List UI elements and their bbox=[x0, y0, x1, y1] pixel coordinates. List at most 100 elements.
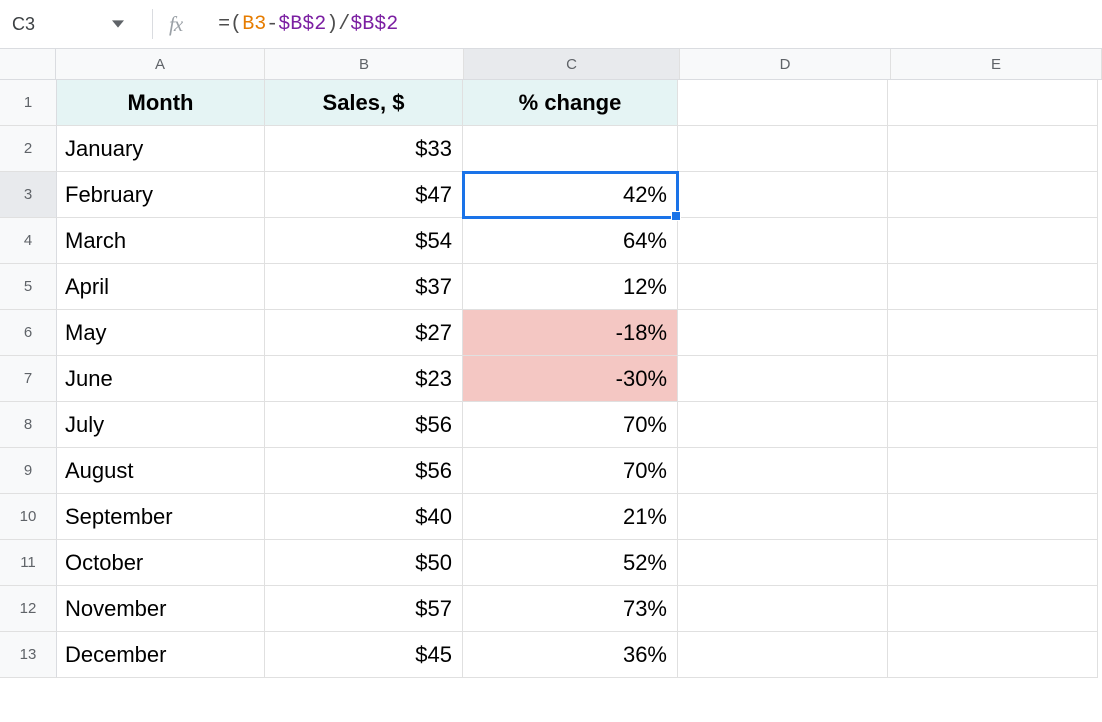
cell-sales[interactable]: $47 bbox=[265, 172, 463, 218]
cell-empty[interactable] bbox=[678, 218, 888, 264]
select-all-corner[interactable] bbox=[0, 49, 56, 79]
header-cell-C[interactable]: % change bbox=[463, 80, 678, 126]
cell-empty[interactable] bbox=[888, 218, 1098, 264]
cell-empty[interactable] bbox=[678, 494, 888, 540]
cell-change[interactable]: 42% bbox=[463, 172, 678, 218]
row-header[interactable]: 12 bbox=[0, 586, 57, 632]
cell-change[interactable]: -30% bbox=[463, 356, 678, 402]
cell-change[interactable]: -18% bbox=[463, 310, 678, 356]
row-header[interactable]: 6 bbox=[0, 310, 57, 356]
cell-month[interactable]: May bbox=[57, 310, 265, 356]
fill-handle[interactable] bbox=[671, 211, 681, 221]
cell-sales[interactable]: $23 bbox=[265, 356, 463, 402]
cell-month[interactable]: June bbox=[57, 356, 265, 402]
cell-empty[interactable] bbox=[678, 448, 888, 494]
cell-change[interactable]: 21% bbox=[463, 494, 678, 540]
cell-change[interactable]: 36% bbox=[463, 632, 678, 678]
name-box-dropdown[interactable] bbox=[106, 18, 130, 30]
cell-change[interactable] bbox=[463, 126, 678, 172]
spreadsheet-app: C3 fx =(B3-$B$2)/$B$2 ABCDE 1MonthSales,… bbox=[0, 0, 1102, 722]
cell-change[interactable]: 70% bbox=[463, 448, 678, 494]
table-row: 4March$5464% bbox=[0, 218, 1102, 264]
cell-month[interactable]: November bbox=[57, 586, 265, 632]
formula-token: - bbox=[266, 13, 278, 36]
cell-month[interactable]: October bbox=[57, 540, 265, 586]
row-header[interactable]: 4 bbox=[0, 218, 57, 264]
row-header[interactable]: 3 bbox=[0, 172, 57, 218]
formula-token: ) bbox=[326, 13, 338, 36]
table-row: 7June$23-30% bbox=[0, 356, 1102, 402]
cell-sales[interactable]: $50 bbox=[265, 540, 463, 586]
cell-sales[interactable]: $54 bbox=[265, 218, 463, 264]
cell-change[interactable]: 64% bbox=[463, 218, 678, 264]
cell-empty[interactable] bbox=[888, 494, 1098, 540]
cell-empty[interactable] bbox=[888, 632, 1098, 678]
cell-empty[interactable] bbox=[888, 310, 1098, 356]
table-row: 1MonthSales, $% change bbox=[0, 80, 1102, 126]
row-header[interactable]: 2 bbox=[0, 126, 57, 172]
cell-empty[interactable] bbox=[678, 264, 888, 310]
cell-month[interactable]: February bbox=[57, 172, 265, 218]
row-header[interactable]: 13 bbox=[0, 632, 57, 678]
cell-empty[interactable] bbox=[678, 310, 888, 356]
header-cell-B[interactable]: Sales, $ bbox=[265, 80, 463, 126]
cell-month[interactable]: December bbox=[57, 632, 265, 678]
cell-sales[interactable]: $37 bbox=[265, 264, 463, 310]
cell-sales[interactable]: $56 bbox=[265, 448, 463, 494]
cell-month[interactable]: April bbox=[57, 264, 265, 310]
row-header[interactable]: 10 bbox=[0, 494, 57, 540]
row-header[interactable]: 11 bbox=[0, 540, 57, 586]
row-header[interactable]: 7 bbox=[0, 356, 57, 402]
cell-sales[interactable]: $27 bbox=[265, 310, 463, 356]
cell-month[interactable]: August bbox=[57, 448, 265, 494]
name-box[interactable]: C3 bbox=[0, 14, 106, 35]
cell-sales[interactable]: $40 bbox=[265, 494, 463, 540]
formula-input[interactable]: =(B3-$B$2)/$B$2 bbox=[218, 13, 398, 36]
column-header-D[interactable]: D bbox=[680, 49, 891, 79]
cell-empty[interactable] bbox=[888, 540, 1098, 586]
cell-change[interactable]: 73% bbox=[463, 586, 678, 632]
formula-token: $B$2 bbox=[278, 13, 326, 36]
column-header-A[interactable]: A bbox=[56, 49, 265, 79]
cell-change[interactable]: 52% bbox=[463, 540, 678, 586]
cell-empty[interactable] bbox=[888, 402, 1098, 448]
table-row: 10September$4021% bbox=[0, 494, 1102, 540]
cell-month[interactable]: July bbox=[57, 402, 265, 448]
formula-token: ( bbox=[230, 13, 242, 36]
grid-body: 1MonthSales, $% change2January$333Februa… bbox=[0, 80, 1102, 722]
cell-month[interactable]: September bbox=[57, 494, 265, 540]
row-header[interactable]: 9 bbox=[0, 448, 57, 494]
column-header-B[interactable]: B bbox=[265, 49, 464, 79]
cell-empty[interactable] bbox=[678, 126, 888, 172]
cell-empty[interactable] bbox=[678, 356, 888, 402]
cell-sales[interactable]: $56 bbox=[265, 402, 463, 448]
row-header[interactable]: 5 bbox=[0, 264, 57, 310]
header-cell-E[interactable] bbox=[888, 80, 1098, 126]
cell-change[interactable]: 70% bbox=[463, 402, 678, 448]
cell-empty[interactable] bbox=[888, 448, 1098, 494]
cell-empty[interactable] bbox=[678, 586, 888, 632]
column-header-C[interactable]: C bbox=[464, 49, 680, 79]
row-header[interactable]: 1 bbox=[0, 80, 57, 126]
cell-sales[interactable]: $57 bbox=[265, 586, 463, 632]
fx-icon: fx bbox=[169, 12, 182, 37]
table-row: 6May$27-18% bbox=[0, 310, 1102, 356]
cell-month[interactable]: March bbox=[57, 218, 265, 264]
cell-empty[interactable] bbox=[888, 586, 1098, 632]
cell-sales[interactable]: $33 bbox=[265, 126, 463, 172]
column-header-E[interactable]: E bbox=[891, 49, 1102, 79]
cell-empty[interactable] bbox=[678, 172, 888, 218]
cell-empty[interactable] bbox=[678, 632, 888, 678]
cell-sales[interactable]: $45 bbox=[265, 632, 463, 678]
cell-change[interactable]: 12% bbox=[463, 264, 678, 310]
cell-empty[interactable] bbox=[888, 264, 1098, 310]
cell-empty[interactable] bbox=[678, 402, 888, 448]
cell-empty[interactable] bbox=[888, 126, 1098, 172]
header-cell-A[interactable]: Month bbox=[57, 80, 265, 126]
header-cell-D[interactable] bbox=[678, 80, 888, 126]
cell-empty[interactable] bbox=[678, 540, 888, 586]
cell-empty[interactable] bbox=[888, 356, 1098, 402]
row-header[interactable]: 8 bbox=[0, 402, 57, 448]
cell-month[interactable]: January bbox=[57, 126, 265, 172]
cell-empty[interactable] bbox=[888, 172, 1098, 218]
